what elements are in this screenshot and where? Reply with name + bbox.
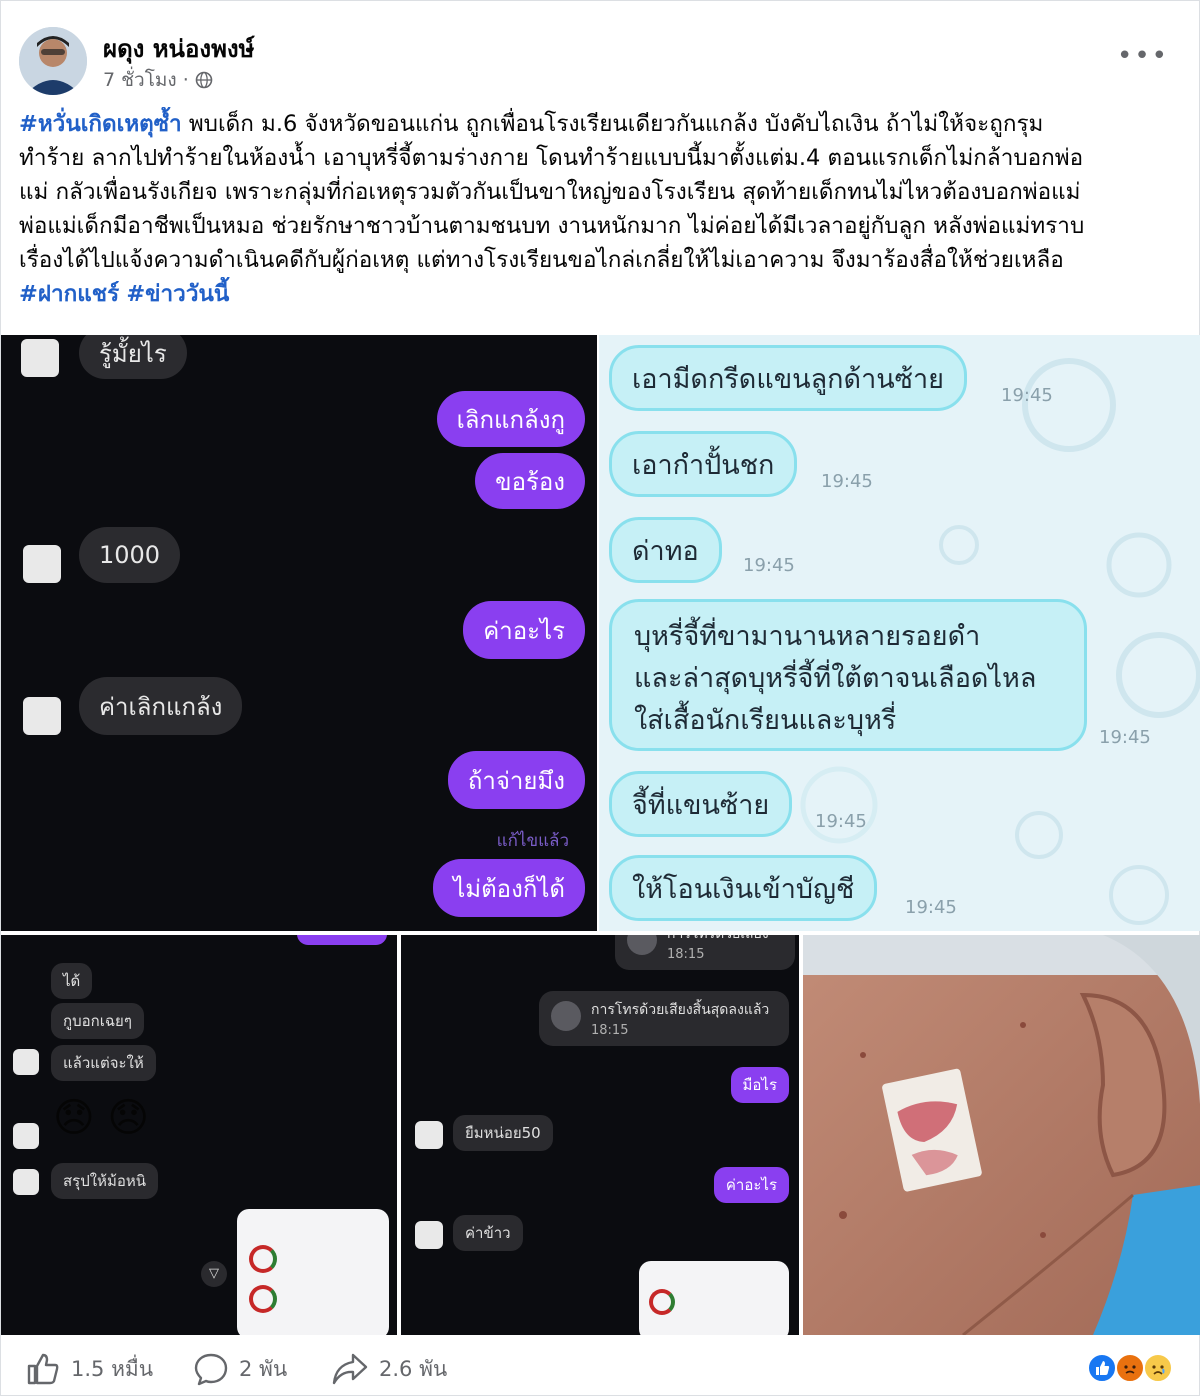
message-line: บุหรี่จี้ที่ขามานานหลายรอยดำ <box>634 621 981 652</box>
chat-screenshot-3[interactable]: ได้ กูบอกเฉยๆ แล้วแต่จะให้ 😞 😞 สรุปให้ม้… <box>1 935 397 1335</box>
thumbs-up-icon <box>27 1353 59 1385</box>
share-icon <box>332 1353 368 1385</box>
post-hashtags: #ฝากแชร์ #ข่าววันนี้ <box>19 277 1184 311</box>
blurred-avatar <box>23 697 61 735</box>
chat-bubble-left: ยืมหน่อย50 <box>453 1115 553 1151</box>
blurred-avatar <box>21 339 59 377</box>
avatar[interactable] <box>19 27 87 95</box>
chat-bubble-right: ไม่ต้องก็ได้ <box>433 859 585 917</box>
chat-bubble-right <box>297 935 387 945</box>
post-footer: 1.5 หมื่น 2 พัน 2.6 พัน <box>1 1341 1200 1396</box>
meta-separator: · <box>182 69 189 91</box>
share-button[interactable]: 2.6 พัน <box>331 1351 447 1387</box>
chat-bubble-left: จี้ที่แขนซ้าย <box>609 771 793 837</box>
like-count: 1.5 หมื่น <box>71 1356 154 1381</box>
chat-bubble-left: รู้มั้ยไร <box>79 335 187 379</box>
chat-bubble-left: ให้โอนเงินเข้าบัญชี <box>609 855 878 921</box>
blurred-avatar <box>13 1049 39 1075</box>
message-line: ใส่เสื้อนักเรียนและบุหรี่ <box>634 705 897 736</box>
post-text-line: #หวั่นเกิดเหตุซ้ำ พบเด็ก ม.6 จังหวัดขอนแ… <box>19 107 1184 141</box>
chat-bubble-left: เอากำปั้นชก <box>609 431 798 497</box>
comment-icon <box>194 1353 228 1386</box>
chat-bubble-right: ค่าอะไร <box>463 601 585 659</box>
chat-bubble-left: ค่าข้าว <box>453 1215 523 1251</box>
share-count: 2.6 พัน <box>379 1356 448 1381</box>
more-options-icon[interactable]: ••• <box>1117 41 1169 71</box>
chat-screenshot-4[interactable]: การโทรด้วยเสียง 18:15 การโทรด้วยเสียงสิ้… <box>401 935 799 1335</box>
phone-icon <box>551 1001 581 1031</box>
chat-bubble-left: ด่าทอ <box>609 517 722 583</box>
message-time: 19:45 <box>821 471 873 492</box>
chat-bubble-right: ถ้าจ่ายมึง <box>447 751 585 809</box>
author-name[interactable]: ผดุง หน่องพงษ์ <box>103 29 254 68</box>
message-time: 19:45 <box>1099 727 1151 748</box>
blurred-avatar <box>13 1169 39 1195</box>
call-title: การโทรด้วยเสียง <box>667 935 781 945</box>
hashtag-link[interactable]: #ฝากแชร์ <box>19 281 119 307</box>
call-title: การโทรด้วยเสียงสิ้นสุดลงแล้ว <box>591 1002 770 1018</box>
blurred-avatar <box>415 1221 443 1249</box>
hashtag-link[interactable]: #หวั่นเกิดเหตุซ้ำ <box>19 111 182 137</box>
bank-logo-icon <box>249 1245 277 1273</box>
injury-photo-image <box>803 935 1200 1335</box>
facebook-post: ผดุง หน่องพงษ์ 7 ชั่วโมง · ••• #หวั่นเกิ… <box>0 0 1200 1396</box>
download-icon[interactable]: ▽ <box>201 1261 227 1287</box>
chat-bubble-right: มือไร <box>730 1067 789 1103</box>
angry-reaction-icon <box>1115 1353 1145 1383</box>
globe-icon <box>195 71 213 89</box>
injury-photo[interactable] <box>803 935 1200 1335</box>
post-text-line: ทำร้าย ลากไปทำร้ายในห้องน้ำ เอาบุหรี่จี้… <box>19 145 1084 171</box>
chat-bubble-left: กูบอกเฉยๆ <box>51 1003 144 1039</box>
bank-logo-icon <box>249 1285 277 1313</box>
chat-bubble-left: ได้ <box>51 963 93 999</box>
post-meta: 7 ชั่วโมง · <box>103 65 213 95</box>
chat-screenshot-2[interactable]: เอามีดกรีดแขนลูกด้านซ้าย 19:45 เอากำปั้น… <box>599 335 1200 931</box>
voice-call-notice: การโทรด้วยเสียงสิ้นสุดลงแล้ว 18:15 <box>539 991 789 1046</box>
sad-emoji: 😞 😞 <box>53 1095 150 1141</box>
chat-screenshot-1[interactable]: รู้มั้ยไร เลิกแกล้งกู ขอร้อง 1000 ค่าอะไ… <box>1 335 597 931</box>
comment-button[interactable]: 2 พัน <box>193 1351 287 1387</box>
edited-label: แก้ไขแล้ว <box>496 831 569 851</box>
blurred-avatar <box>13 1123 39 1149</box>
post-text-line: แม่ กลัวเพื่อนรังเกียจ เพราะกลุ่มที่ก่อเ… <box>19 179 1081 205</box>
shared-image-thumbnail[interactable] <box>237 1209 389 1335</box>
comment-count: 2 พัน <box>239 1356 288 1381</box>
sad-reaction-icon <box>1143 1353 1173 1383</box>
chat-bubble-left: 1000 <box>79 527 181 583</box>
voice-call-notice: การโทรด้วยเสียง 18:15 <box>615 935 795 970</box>
message-time: 19:45 <box>905 897 957 918</box>
post-text-line: พ่อแม่เด็กมีอาชีพเป็นหมอ ช่วยรักษาชาวบ้า… <box>19 213 1085 239</box>
message-line: และล่าสุดบุหรี่จี้ที่ใต้ตาจนเลือดไหล <box>634 663 1037 694</box>
shared-image-thumbnail[interactable] <box>639 1261 789 1335</box>
phone-icon <box>627 935 657 955</box>
blurred-avatar <box>23 545 61 583</box>
bank-logo-icon <box>649 1289 675 1315</box>
chat-bubble-left: ค่าเลิกแกล้ง <box>79 677 243 735</box>
chat-bubble-right: ค่าอะไร <box>713 1167 789 1203</box>
call-time: 18:15 <box>591 1023 629 1038</box>
like-reaction-icon <box>1087 1353 1117 1383</box>
chat-bubble-left: เอามีดกรีดแขนลูกด้านซ้าย <box>609 345 967 411</box>
chat-bubble-multiline: บุหรี่จี้ที่ขามานานหลายรอยดำ และล่าสุดบุ… <box>609 599 1087 751</box>
message-time: 19:45 <box>1001 385 1053 406</box>
post-text-line: เรื่องได้ไปแจ้งความดำเนินคดีกับผู้ก่อเหต… <box>19 247 1064 273</box>
hashtag-link[interactable]: #ข่าววันนี้ <box>126 281 229 307</box>
chat-bubble-left: แล้วแต่จะให้ <box>51 1045 156 1081</box>
post-time[interactable]: 7 ชั่วโมง <box>103 65 177 95</box>
chat-bubble-right: ขอร้อง <box>475 453 585 509</box>
chat-bubble-right: เลิกแกล้งกู <box>436 391 585 447</box>
like-button[interactable]: 1.5 หมื่น <box>25 1351 153 1387</box>
post-text-segment: พบเด็ก ม.6 จังหวัดขอนแก่น ถูกเพื่อนโรงเร… <box>181 111 1044 137</box>
post-text: #หวั่นเกิดเหตุซ้ำ พบเด็ก ม.6 จังหวัดขอนแ… <box>19 107 1184 311</box>
reactions-summary[interactable] <box>1087 1353 1177 1385</box>
message-time: 19:45 <box>815 811 867 832</box>
post-header: ผดุง หน่องพงษ์ 7 ชั่วโมง · ••• <box>19 23 1179 103</box>
message-time: 19:45 <box>743 555 795 576</box>
blurred-avatar <box>415 1121 443 1149</box>
call-time: 18:15 <box>667 947 705 962</box>
chat-bubble-left: สรุปให้ม้อหนิ <box>51 1163 158 1199</box>
